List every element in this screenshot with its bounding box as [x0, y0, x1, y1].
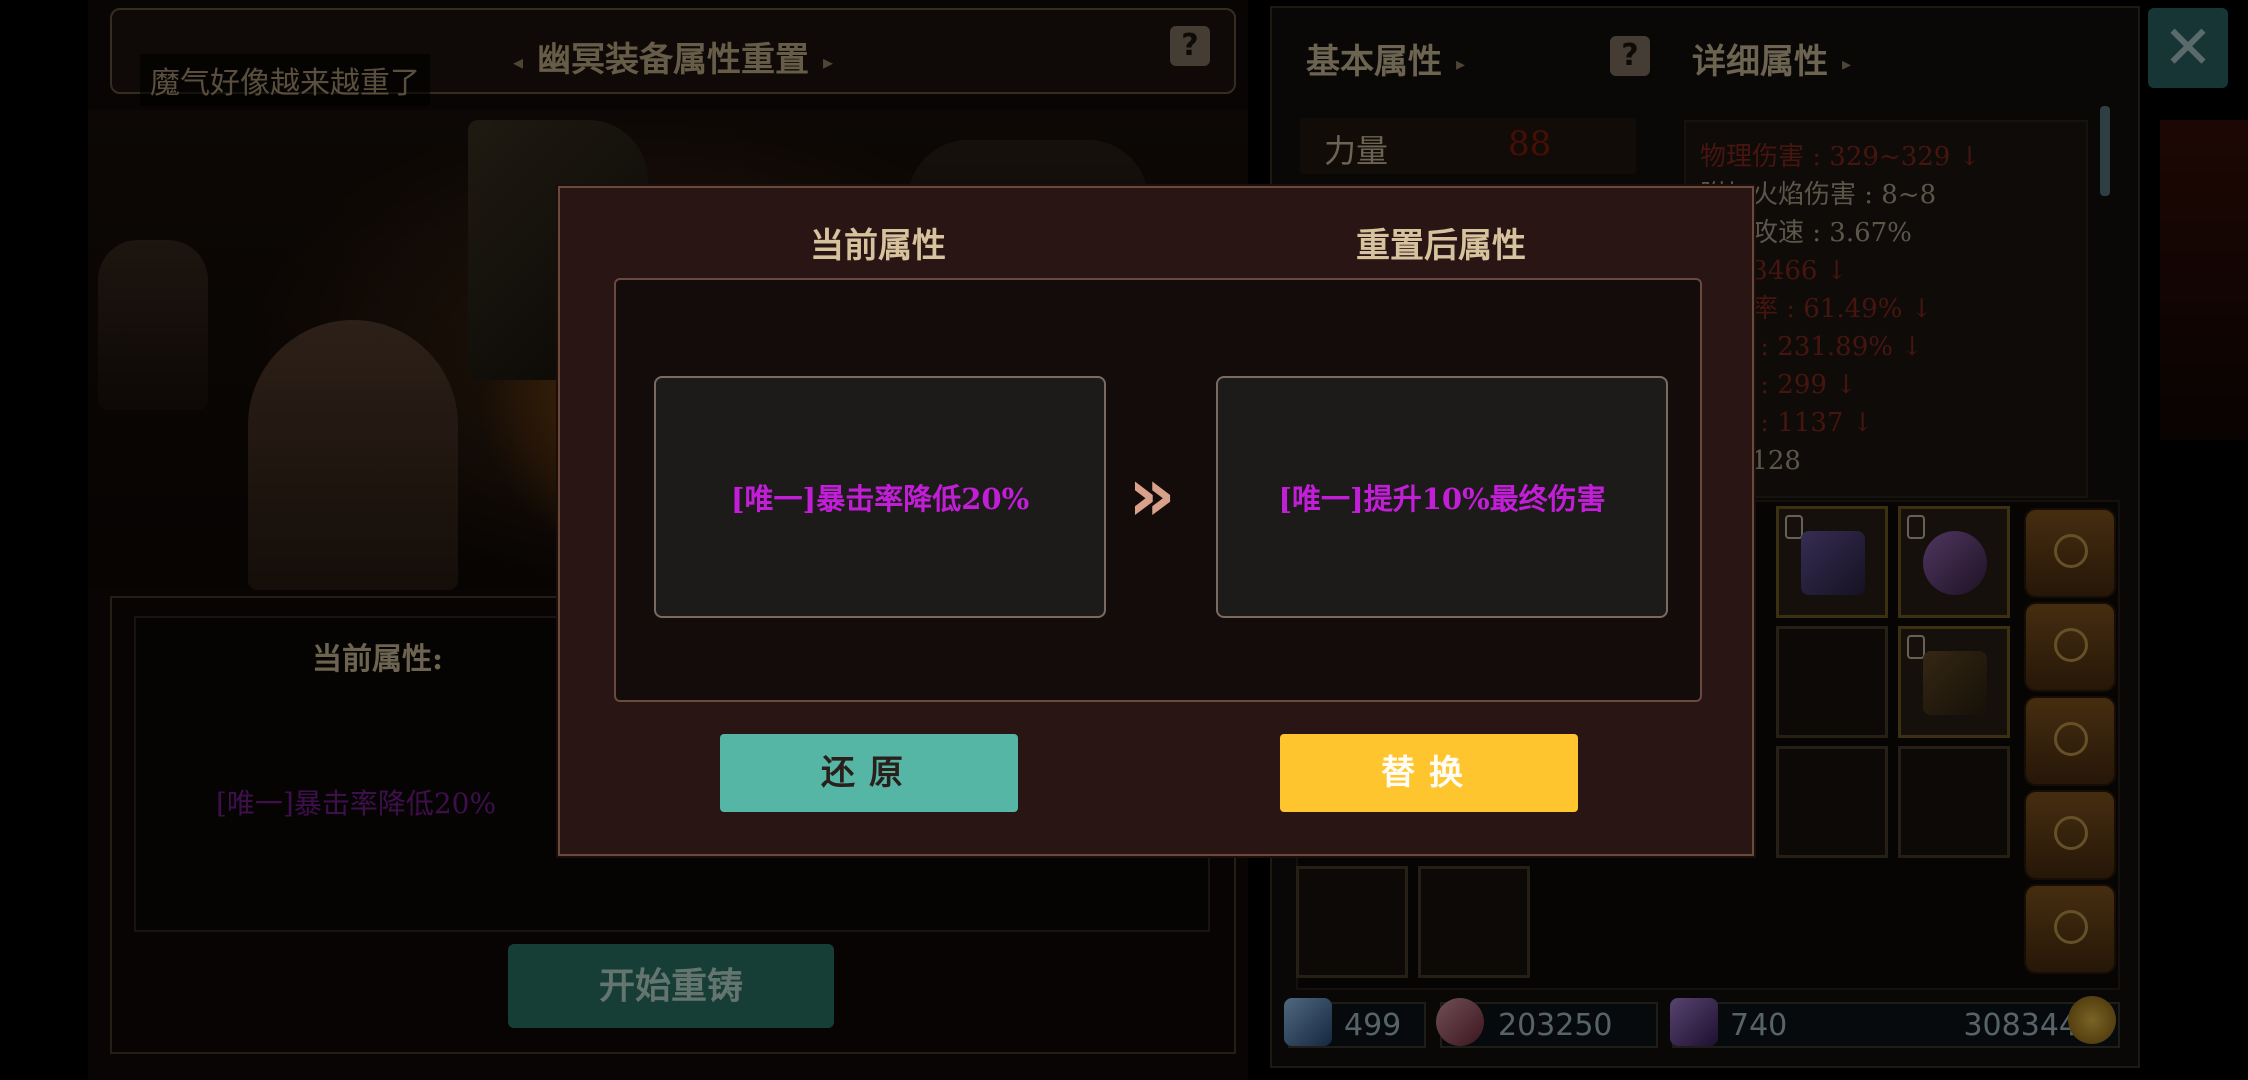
equipment-slot[interactable] — [1898, 506, 2010, 618]
title-decoration-icon: ◂ — [512, 50, 523, 74]
title-decoration-icon: ▸ — [823, 50, 834, 74]
tab-basic-attributes[interactable]: 基本属性 ▸ — [1306, 34, 1465, 83]
lock-icon — [1785, 515, 1803, 539]
stat-value: 88 — [1508, 124, 1552, 164]
character-figure — [98, 240, 208, 410]
equipment-slot[interactable] — [1776, 746, 1888, 858]
help-icon[interactable]: ? — [1610, 36, 1650, 76]
blade-icon — [1284, 998, 1332, 1046]
crystal-icon — [1670, 998, 1718, 1046]
lock-icon — [1907, 515, 1925, 539]
tab-arrow-icon: ▸ — [1842, 53, 1852, 75]
reset-result-dialog: 当前属性 重置后属性 [唯一]暴击率降低20% » [唯一]提升10%最终伤害 … — [558, 186, 1754, 856]
lock-icon — [1907, 635, 1925, 659]
backpack-icon[interactable] — [2024, 602, 2116, 692]
backpack-icon[interactable] — [2024, 884, 2116, 974]
currency-value: 740 — [1730, 1008, 1788, 1043]
current-attr-text: [唯一]暴击率降低20% — [730, 482, 1030, 516]
tab-arrow-icon: ▸ — [1456, 53, 1466, 75]
inventory-slot[interactable] — [1418, 866, 1530, 978]
equipment-slot[interactable] — [1898, 746, 2010, 858]
current-attr-box: [唯一]暴击率降低20% — [654, 376, 1106, 618]
backpack-icon[interactable] — [2024, 696, 2116, 786]
restore-button[interactable]: 还原 — [720, 734, 1018, 812]
equipment-slot[interactable] — [1898, 626, 2010, 738]
inventory-slot[interactable] — [1296, 866, 1408, 978]
detail-line: 物理伤害 : 329~329 ↓ — [1700, 142, 1981, 172]
tab-detail-attributes[interactable]: 详细属性 ▸ — [1692, 34, 1851, 83]
help-icon[interactable]: ? — [1170, 26, 1210, 66]
armor-icon — [1923, 651, 1987, 715]
current-attr-label: 当前属性: — [312, 642, 444, 677]
detail-scrollbar[interactable] — [2100, 106, 2110, 196]
equipment-slot[interactable] — [1776, 626, 1888, 738]
double-chevron-right-icon: » — [1128, 452, 1176, 538]
currency-value: 203250 — [1498, 1008, 1613, 1043]
heart-gem-icon — [1436, 998, 1484, 1046]
current-attr-value: [唯一]暴击率降低20% — [216, 787, 497, 820]
backpack-icon[interactable] — [2024, 508, 2116, 598]
stat-row: 力量 88 — [1300, 118, 1636, 174]
currency-bar: 740 308344 — [1672, 1002, 2120, 1048]
after-attr-box: [唯一]提升10%最终伤害 — [1216, 376, 1668, 618]
character-figure — [248, 320, 458, 590]
stat-label: 力量 — [1324, 132, 1389, 170]
gold-coin-icon — [2068, 996, 2116, 1044]
side-banner — [2160, 120, 2248, 440]
replace-button[interactable]: 替换 — [1280, 734, 1578, 812]
helmet-icon — [1923, 531, 1987, 595]
after-attr-text: [唯一]提升10%最终伤害 — [1278, 482, 1606, 516]
equipment-slot[interactable] — [1776, 506, 1888, 618]
close-button[interactable]: ✕ — [2148, 8, 2228, 88]
current-attr-title: 当前属性 — [810, 226, 946, 266]
dagger-icon — [1801, 531, 1865, 595]
currency-value: 499 — [1344, 1008, 1402, 1043]
start-reforge-button[interactable]: 开始重铸 — [508, 944, 834, 1028]
currency-value: 308344 — [1963, 1008, 2078, 1043]
speech-caption: 魔气好像越来越重了 — [140, 54, 430, 106]
backpack-icon[interactable] — [2024, 790, 2116, 880]
after-attr-title: 重置后属性 — [1356, 226, 1526, 266]
